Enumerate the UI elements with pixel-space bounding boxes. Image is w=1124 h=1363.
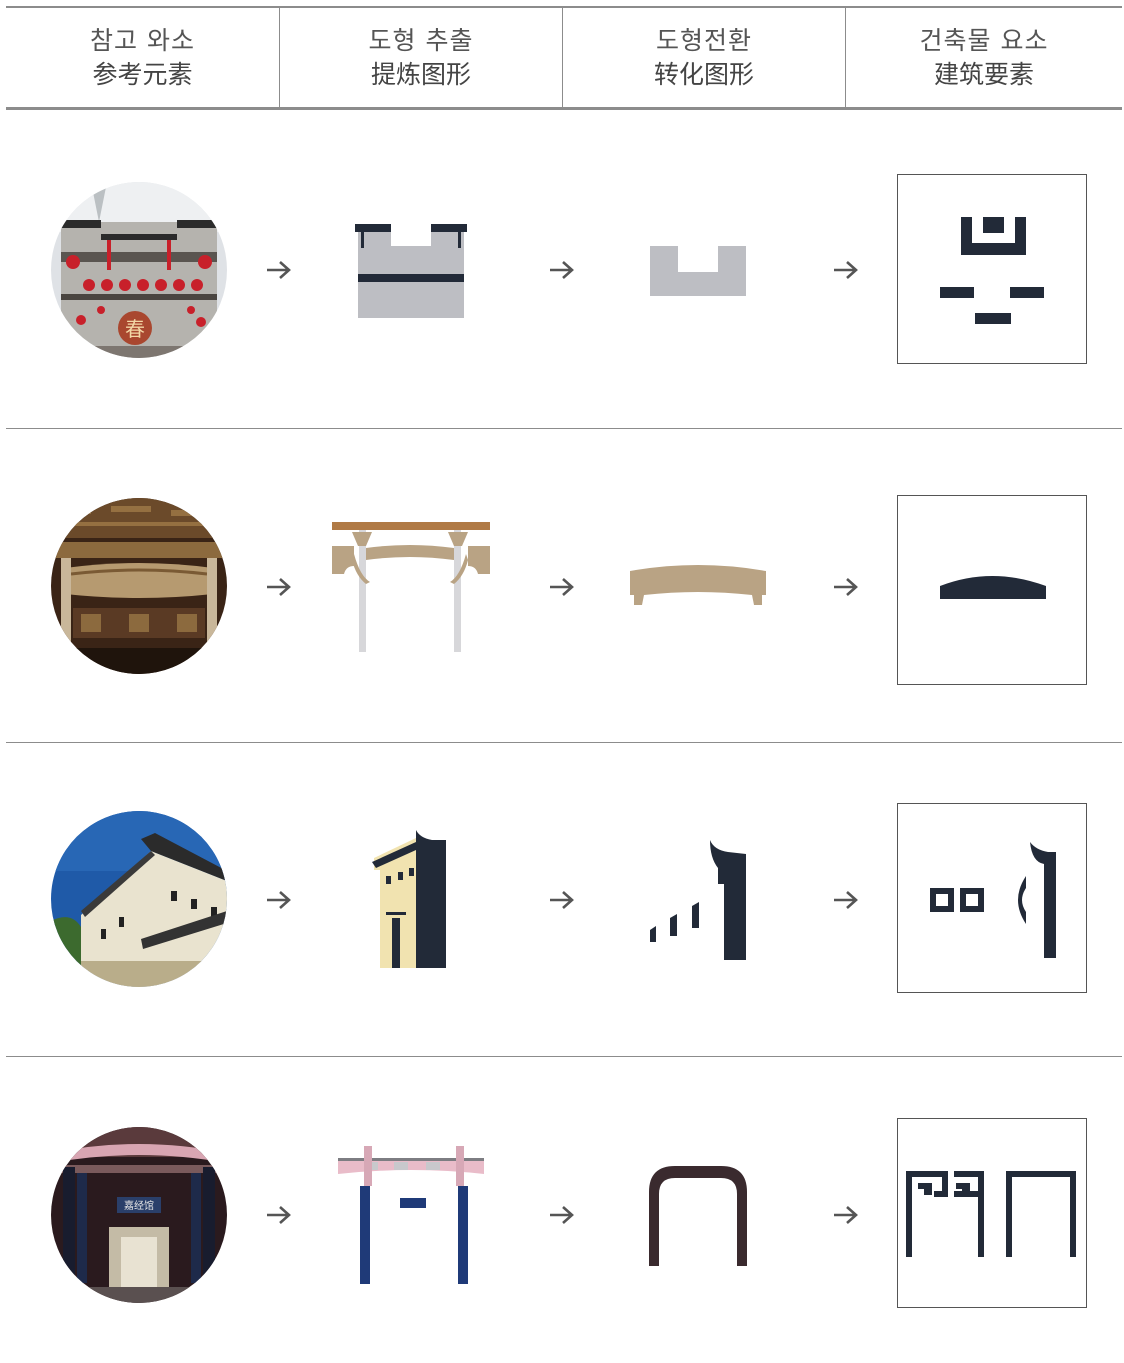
arrow-right-icon xyxy=(550,578,574,596)
beam-bracket-extracted-shape xyxy=(332,522,490,652)
arrow-right-icon xyxy=(267,1206,291,1224)
row-divider xyxy=(6,1056,1122,1057)
header-bottom-rule xyxy=(6,107,1122,110)
row-divider xyxy=(6,742,1122,743)
wall-facade-element-icon xyxy=(940,217,1044,324)
window-wall-element-icon xyxy=(930,842,1056,958)
column-header-extract: 도형 추출 提炼图形 xyxy=(280,12,562,104)
row-divider xyxy=(6,428,1122,429)
carved-beam-photo xyxy=(51,498,227,674)
column-header-korean: 도형 추출 xyxy=(368,26,474,55)
hall-entrance-photo: 嘉经馆 xyxy=(51,1127,227,1303)
arrow-right-icon xyxy=(550,261,574,279)
column-header-chinese: 转化图形 xyxy=(653,60,754,89)
column-header-chinese: 提炼图形 xyxy=(370,60,471,89)
arrow-right-icon xyxy=(267,261,291,279)
arrow-right-icon xyxy=(834,1206,858,1224)
column-header-transform: 도형전환 转化图形 xyxy=(563,12,845,104)
column-header-chinese: 建筑要素 xyxy=(933,60,1034,89)
column-header-korean: 도형전환 xyxy=(655,26,752,55)
column-header-korean: 건축물 요소 xyxy=(919,26,1049,55)
photo-caption: 嘉经馆 xyxy=(124,1199,154,1212)
arrow-right-icon xyxy=(834,578,858,596)
crescent-beam-transformed-shape xyxy=(630,565,766,605)
column-header-chinese: 参考元素 xyxy=(92,60,193,89)
arrow-right-icon xyxy=(550,891,574,909)
photo-caption: 春 xyxy=(125,317,145,341)
column-header-korean: 참고 와소 xyxy=(90,26,195,55)
arrow-right-icon xyxy=(267,578,291,596)
notched-wall-transformed-shape xyxy=(650,246,746,296)
gate-frame-extracted-shape xyxy=(338,1146,484,1284)
house-facade-extracted-shape xyxy=(372,830,446,968)
arched-beam-element-icon xyxy=(940,576,1046,599)
column-header-architecture: 건축물 요소 建筑要素 xyxy=(846,12,1122,104)
gate-pattern-element-icon xyxy=(906,1171,1076,1257)
gate-with-lanterns-photo: 春 xyxy=(51,182,227,358)
gable-wall-extracted-shape xyxy=(355,222,467,318)
white-wall-house-photo xyxy=(51,811,227,987)
column-header-reference: 참고 와소 参考元素 xyxy=(6,12,279,104)
arrow-right-icon xyxy=(834,891,858,909)
architecture-element-frame xyxy=(897,1118,1087,1308)
architecture-element-frame xyxy=(897,495,1087,685)
arrow-right-icon xyxy=(267,891,291,909)
arrow-right-icon xyxy=(834,261,858,279)
architecture-element-frame xyxy=(897,174,1087,364)
stepped-wall-transformed-shape xyxy=(650,840,746,960)
arch-gate-transformed-shape xyxy=(649,1166,747,1266)
arrow-right-icon xyxy=(550,1206,574,1224)
header-top-rule xyxy=(6,6,1122,8)
architecture-element-frame xyxy=(897,803,1087,993)
